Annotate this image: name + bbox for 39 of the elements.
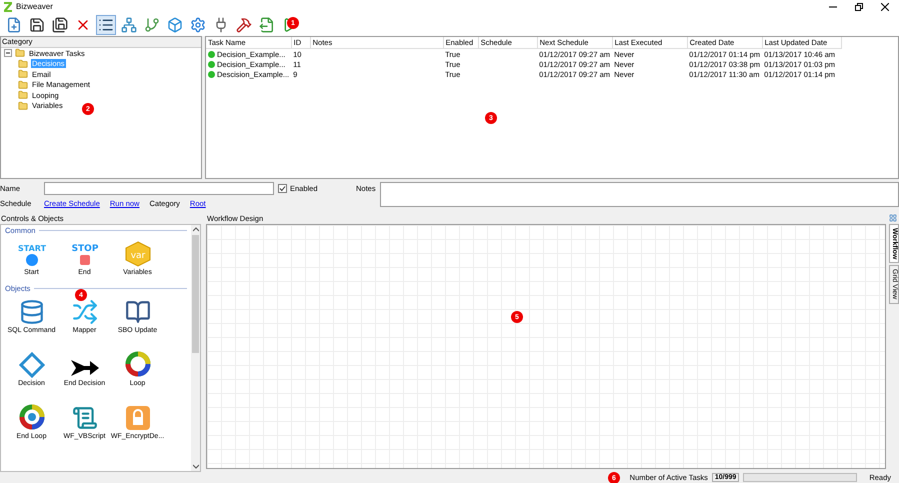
book-icon bbox=[124, 299, 150, 325]
toolbar-button[interactable] bbox=[96, 14, 116, 34]
hexagon-icon: var bbox=[124, 241, 152, 267]
diagram-icon bbox=[121, 16, 137, 32]
close-icon[interactable] bbox=[881, 2, 889, 10]
scroll-down-icon[interactable] bbox=[192, 464, 198, 469]
end-loop-icon bbox=[18, 403, 46, 431]
enabled-checkbox[interactable] bbox=[278, 184, 287, 192]
folder-icon bbox=[18, 58, 28, 69]
loop-icon bbox=[124, 350, 152, 378]
app-logo-icon bbox=[4, 2, 12, 12]
scroll-up-icon[interactable] bbox=[192, 227, 198, 232]
folder-icon bbox=[15, 48, 25, 58]
notes-field[interactable] bbox=[380, 182, 899, 207]
restore-icon[interactable] bbox=[855, 2, 863, 10]
export-icon bbox=[259, 16, 275, 32]
window-title: Bizweaver bbox=[16, 2, 53, 11]
list-icon bbox=[98, 16, 114, 32]
grid-icon[interactable] bbox=[889, 214, 897, 222]
save-icon bbox=[29, 16, 45, 32]
arrow-icon bbox=[70, 358, 100, 378]
name-field[interactable] bbox=[44, 182, 274, 194]
save-all-icon bbox=[52, 16, 68, 32]
scrollbar[interactable] bbox=[191, 225, 200, 471]
scroll-icon bbox=[72, 405, 98, 431]
tree-icon bbox=[144, 16, 160, 32]
hammer-icon bbox=[236, 16, 252, 32]
folder-icon bbox=[18, 69, 28, 80]
gears-icon bbox=[190, 16, 206, 32]
folder-icon bbox=[18, 90, 28, 100]
toolbar-button[interactable] bbox=[50, 14, 70, 34]
lock-icon bbox=[124, 405, 150, 431]
diamond-icon bbox=[18, 352, 44, 378]
folder-icon bbox=[18, 100, 28, 111]
collapse-icon[interactable] bbox=[4, 49, 12, 58]
folder-icon bbox=[18, 80, 28, 90]
database-icon bbox=[18, 299, 44, 325]
new-file-icon bbox=[6, 16, 22, 32]
cube-icon bbox=[167, 16, 183, 32]
